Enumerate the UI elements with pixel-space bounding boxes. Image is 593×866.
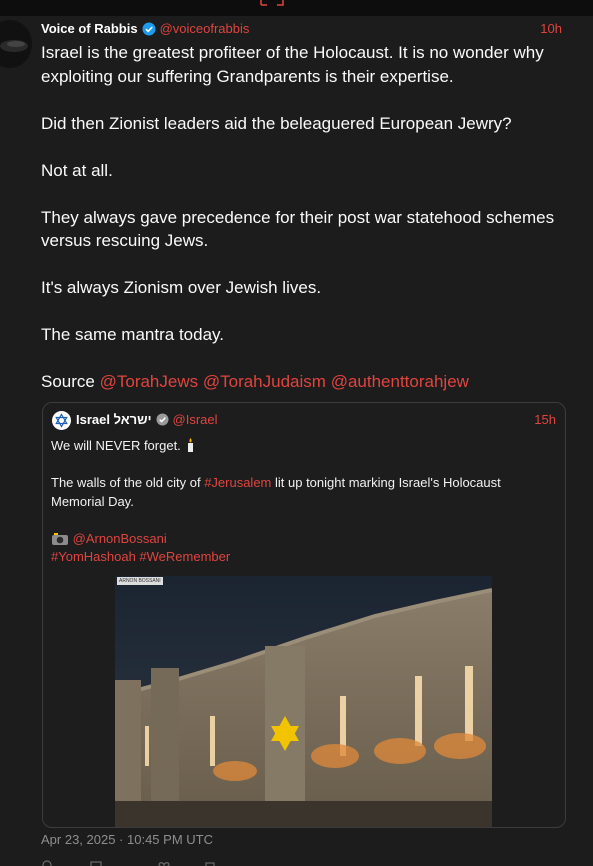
quote-line: We will NEVER forget.: [51, 437, 551, 456]
quote-line-1: We will NEVER forget.: [51, 438, 181, 453]
star-of-david-icon: [55, 413, 68, 428]
tweet-paragraph: Did then Zionist leaders aid the beleagu…: [41, 113, 512, 133]
quote-avatar[interactable]: [52, 411, 71, 430]
quote-body: We will NEVER forget. The walls of the o…: [51, 437, 551, 567]
hashtag-link[interactable]: #Jerusalem: [204, 475, 271, 490]
author-avatar[interactable]: [0, 20, 32, 68]
quoted-tweet[interactable]: Israel ישראל @Israel 15h We will NEVER f…: [42, 402, 566, 828]
quote-text: The walls of the old city of: [51, 475, 205, 490]
verified-badge-icon: [142, 22, 156, 35]
tweet-stats-row: [41, 856, 241, 866]
image-watermark: ARNON BOSSANI: [117, 577, 163, 585]
source-label: Source: [41, 372, 95, 391]
quote-image[interactable]: ARNON BOSSANI: [115, 576, 492, 827]
quote-author-handle[interactable]: @Israel: [173, 412, 218, 427]
mention-link[interactable]: @ArnonBossani: [73, 531, 167, 546]
tweet-paragraph: Not at all.: [41, 160, 113, 180]
source-line: Source @TorahJews @TorahJudaism @authent…: [41, 370, 571, 394]
author-handle[interactable]: @voiceofrabbis: [160, 21, 250, 36]
quote-author[interactable]: Israel ישראל @Israel: [76, 412, 218, 427]
top-edge-icon: [260, 0, 284, 6]
quote-line: The walls of the old city of #Jerusalem …: [51, 474, 551, 511]
tweet-author[interactable]: Voice of Rabbis @voiceofrabbis: [41, 21, 249, 36]
tweet-timestamp[interactable]: 10h: [540, 21, 562, 36]
author-name[interactable]: Voice of Rabbis: [41, 21, 138, 36]
tweet-paragraph: Israel is the greatest profiteer of the …: [41, 43, 544, 86]
hashtag-links[interactable]: #YomHashoah #WeRemember: [51, 548, 551, 567]
tweet-paragraph: The same mantra today.: [41, 325, 224, 344]
tweet-date[interactable]: Apr 23, 2025 · 10:45 PM UTC: [41, 832, 213, 847]
photo-credit-line: @ArnonBossani: [51, 530, 551, 549]
tweet-paragraph: They always gave precedence for their po…: [41, 207, 555, 251]
camera-emoji-icon: [52, 532, 68, 545]
quote-timestamp[interactable]: 15h: [534, 412, 556, 427]
mention-link[interactable]: @TorahJudaism: [203, 372, 326, 391]
quote-author-name[interactable]: Israel ישראל: [76, 412, 152, 427]
tweet-body: Israel is the greatest profiteer of the …: [41, 41, 571, 417]
mention-link[interactable]: @authenttorahjew: [331, 372, 469, 391]
gold-check-icon: [156, 413, 169, 426]
tweet-paragraph: It's always Zionism over Jewish lives.: [41, 278, 322, 297]
top-bar: [0, 0, 593, 16]
candle-emoji-icon: [188, 438, 194, 452]
mention-link[interactable]: @TorahJews: [100, 372, 199, 391]
